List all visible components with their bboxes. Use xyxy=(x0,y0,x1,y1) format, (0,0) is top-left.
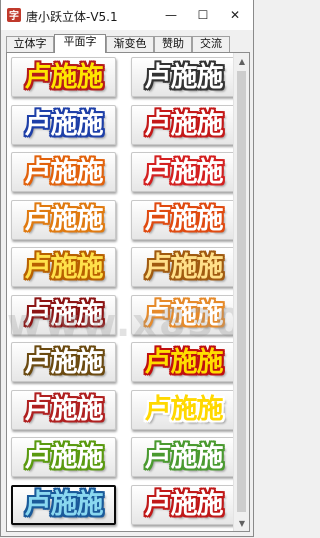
sample-text: 卢施施 xyxy=(144,346,224,378)
vertical-scrollbar[interactable]: ▲ ▼ xyxy=(233,53,249,531)
style-sample[interactable]: 卢施施 xyxy=(11,247,116,287)
style-sample[interactable]: 卢施施 xyxy=(11,104,116,145)
style-sample[interactable]: 卢施施 xyxy=(131,57,236,97)
tab-gradient[interactable]: 渐变色 xyxy=(106,36,154,52)
style-sample[interactable]: 卢施施 xyxy=(11,199,116,240)
style-sample[interactable]: 卢施施 xyxy=(11,342,116,382)
scroll-down-arrow-icon[interactable]: ▼ xyxy=(234,515,250,531)
tab-strip: 立体字 平面字 渐变色 赞助 交流 xyxy=(6,34,230,53)
style-sample[interactable]: 卢施施 xyxy=(11,57,116,97)
tab-flat-text[interactable]: 平面字 xyxy=(54,34,106,53)
sample-text: 卢施施 xyxy=(24,156,104,188)
samples-panel: 卢施施 卢施施 卢施施 卢施施 卢施施 卢施施 卢施施 卢施施 卢施施 卢施施 卢施施 卢施施 卢施施卢… xyxy=(6,52,250,532)
style-sample[interactable]: 卢施施 xyxy=(131,389,236,430)
style-sample[interactable]: 卢施施 xyxy=(11,152,116,192)
sample-text: 卢施施 xyxy=(24,394,104,425)
style-sample[interactable]: 卢施施 xyxy=(131,437,236,477)
scroll-up-arrow-icon[interactable]: ▲ xyxy=(234,53,250,69)
sample-text: 卢施施 xyxy=(144,251,224,283)
close-button[interactable]: ✕ xyxy=(219,0,251,30)
svg-text:字: 字 xyxy=(9,9,19,22)
tab-exchange[interactable]: 交流 xyxy=(192,36,230,52)
sample-text: 卢施施 xyxy=(144,394,224,425)
sample-text: 卢施施 xyxy=(24,204,104,235)
sample-text: 卢施施 xyxy=(24,346,104,378)
style-sample[interactable]: 卢施施 xyxy=(11,389,116,430)
sample-text: 卢施施 xyxy=(144,156,224,188)
sample-text: 卢施施 xyxy=(144,299,224,330)
app-icon: 字 xyxy=(7,8,21,22)
style-sample[interactable]: 卢施施 xyxy=(131,247,236,287)
scrollbar-thumb[interactable] xyxy=(237,71,246,512)
style-sample[interactable]: 卢施施 xyxy=(131,484,236,525)
sample-text: 卢施施 xyxy=(144,489,224,520)
sample-text: 卢施施 xyxy=(24,251,104,283)
sample-text: 卢施施 xyxy=(24,441,104,473)
sample-text: 卢施施 xyxy=(24,61,104,93)
style-sample[interactable]: 卢施施 xyxy=(11,437,116,477)
maximize-button[interactable]: ☐ xyxy=(187,0,219,30)
style-sample[interactable]: 卢施施 xyxy=(11,294,116,335)
sample-text: 卢施施 xyxy=(144,204,224,235)
sample-text: 卢施施 xyxy=(24,109,104,140)
tab-sponsor[interactable]: 赞助 xyxy=(154,36,192,52)
style-sample[interactable]: 卢施施 xyxy=(131,199,236,240)
sample-text: 卢施施 xyxy=(144,109,224,140)
title-bar[interactable]: 字 唐小跃立体-V5.1 — ☐ ✕ xyxy=(1,0,253,30)
style-sample[interactable]: 卢施施 xyxy=(131,294,236,335)
app-window: 字 唐小跃立体-V5.1 — ☐ ✕ 立体字 平面字 渐变色 赞助 交流 卢施施… xyxy=(0,0,254,537)
style-sample[interactable]: 卢施施 xyxy=(131,342,236,382)
sample-text: 卢施施 xyxy=(144,61,224,93)
style-sample[interactable]: 卢施施 xyxy=(131,104,236,145)
sample-text: 卢施施 xyxy=(24,489,104,520)
style-sample[interactable]: 卢施施 xyxy=(131,152,236,192)
window-title: 唐小跃立体-V5.1 xyxy=(26,10,118,24)
tab-3d-text[interactable]: 立体字 xyxy=(6,36,54,52)
minimize-button[interactable]: — xyxy=(155,0,187,30)
sample-text: 卢施施 xyxy=(144,441,224,473)
sample-text: 卢施施 xyxy=(24,299,104,330)
style-sample[interactable]: 卢施施 xyxy=(11,484,116,525)
